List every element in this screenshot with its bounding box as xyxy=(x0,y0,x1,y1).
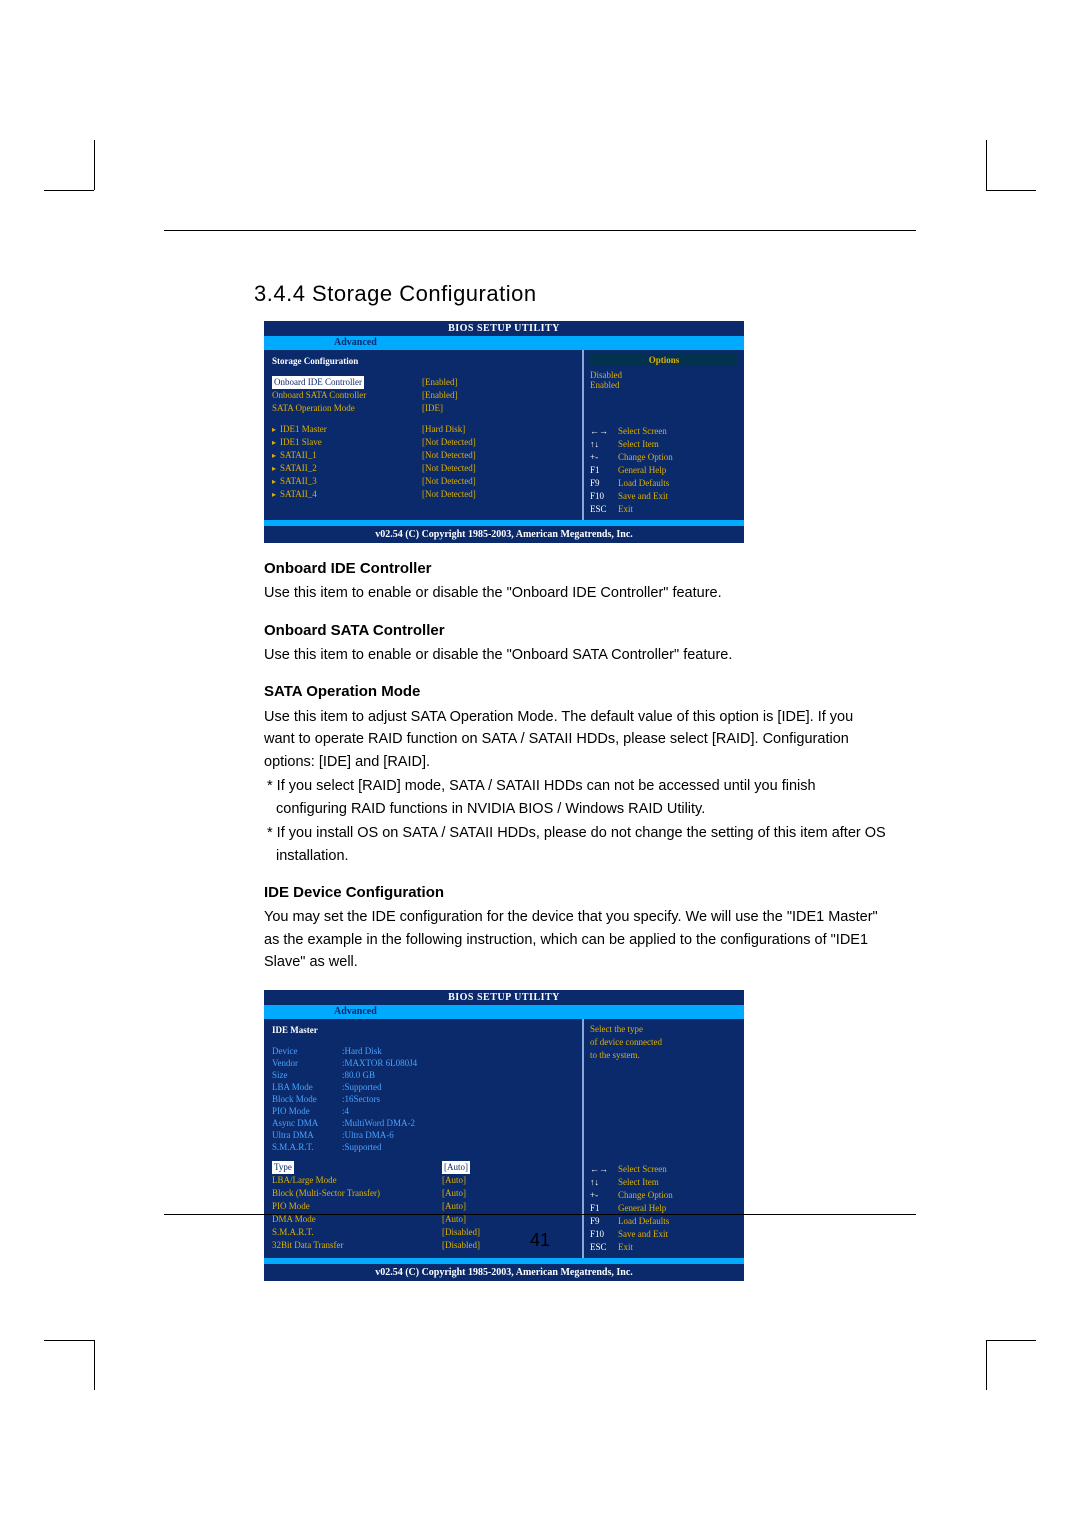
option-disabled[interactable]: Disabled xyxy=(590,370,738,380)
bios-tab-advanced[interactable]: Advanced xyxy=(264,1005,744,1019)
bios-title-bar: BIOS SETUP UTILITY xyxy=(264,990,744,1005)
bios-help-text: Select the typeof device connectedto the… xyxy=(590,1023,738,1062)
bios-setting-row[interactable]: Block (Multi-Sector Transfer)[Auto] xyxy=(272,1187,574,1200)
bios-left-pane: Storage Configuration Onboard IDE Contro… xyxy=(264,350,582,520)
para-sata-mode: Use this item to adjust SATA Operation M… xyxy=(264,706,886,773)
bios-screenshot-storage: BIOS SETUP UTILITY Advanced Storage Conf… xyxy=(264,321,744,543)
bios-title-bar: BIOS SETUP UTILITY xyxy=(264,321,744,336)
bios-setting-row[interactable]: SATA Operation Mode[IDE] xyxy=(272,402,574,415)
options-title: Options xyxy=(590,354,738,366)
heading-ide-config: IDE Device Configuration xyxy=(264,881,886,904)
bios-tab-advanced[interactable]: Advanced xyxy=(264,336,744,350)
bios-device-row[interactable]: SATAII_4[Not Detected] xyxy=(272,488,574,501)
bios-pane-title: IDE Master xyxy=(272,1025,574,1035)
bios-setting-row[interactable]: PIO Mode[Auto] xyxy=(272,1200,574,1213)
bios-right-pane: Options Disabled Enabled ←→Select Screen… xyxy=(582,350,744,520)
bios-pane-title: Storage Configuration xyxy=(272,356,574,366)
bios-device-row[interactable]: IDE1 Slave[Not Detected] xyxy=(272,436,574,449)
page-content: 3.4.4 Storage Configuration BIOS SETUP U… xyxy=(164,230,916,1281)
bios-setting-row[interactable]: Type[Auto] xyxy=(272,1161,574,1174)
bios-info-row: Async DMA:MultiWord DMA-2 xyxy=(272,1117,574,1129)
heading-sata-mode: SATA Operation Mode xyxy=(264,680,886,703)
para-ide-config: You may set the IDE configuration for th… xyxy=(264,906,886,973)
bios-info-row: PIO Mode:4 xyxy=(272,1105,574,1117)
note-os: * If you install OS on SATA / SATAII HDD… xyxy=(276,822,886,867)
bios-info-row: Block Mode:16Sectors xyxy=(272,1093,574,1105)
bios-info-row: S.M.A.R.T.:Supported xyxy=(272,1141,574,1153)
para-onboard-sata: Use this item to enable or disable the "… xyxy=(264,644,886,666)
bios-info-row: Ultra DMA:Ultra DMA-6 xyxy=(272,1129,574,1141)
bios-device-row[interactable]: IDE1 Master[Hard Disk] xyxy=(272,423,574,436)
bios-footer: v02.54 (C) Copyright 1985-2003, American… xyxy=(264,526,744,543)
section-heading: 3.4.4 Storage Configuration xyxy=(254,281,916,307)
bios-device-row[interactable]: SATAII_3[Not Detected] xyxy=(272,475,574,488)
bios-key-legend: ←→Select Screen↑↓Select Item+-Change Opt… xyxy=(590,425,738,516)
body-text: Onboard IDE Controller Use this item to … xyxy=(264,557,886,974)
bios-device-row[interactable]: SATAII_2[Not Detected] xyxy=(272,462,574,475)
heading-onboard-ide: Onboard IDE Controller xyxy=(264,557,886,580)
bios-setting-row[interactable]: Onboard IDE Controller[Enabled] xyxy=(272,376,574,389)
page-number: 41 xyxy=(164,1230,916,1251)
note-raid: * If you select [RAID] mode, SATA / SATA… xyxy=(276,775,886,820)
bios-info-row: Size:80.0 GB xyxy=(272,1069,574,1081)
option-enabled[interactable]: Enabled xyxy=(590,380,738,390)
bios-info-row: Vendor:MAXTOR 6L080J4 xyxy=(272,1057,574,1069)
bios-footer: v02.54 (C) Copyright 1985-2003, American… xyxy=(264,1264,744,1281)
bios-right-pane: Select the typeof device connectedto the… xyxy=(582,1019,744,1258)
bios-setting-row[interactable]: LBA/Large Mode[Auto] xyxy=(272,1174,574,1187)
para-onboard-ide: Use this item to enable or disable the "… xyxy=(264,582,886,604)
bios-setting-row[interactable]: Onboard SATA Controller[Enabled] xyxy=(272,389,574,402)
bios-device-row[interactable]: SATAII_1[Not Detected] xyxy=(272,449,574,462)
bios-info-row: Device:Hard Disk xyxy=(272,1045,574,1057)
bios-info-row: LBA Mode:Supported xyxy=(272,1081,574,1093)
bios-left-pane: IDE Master Device:Hard DiskVendor:MAXTOR… xyxy=(264,1019,582,1258)
heading-onboard-sata: Onboard SATA Controller xyxy=(264,619,886,642)
